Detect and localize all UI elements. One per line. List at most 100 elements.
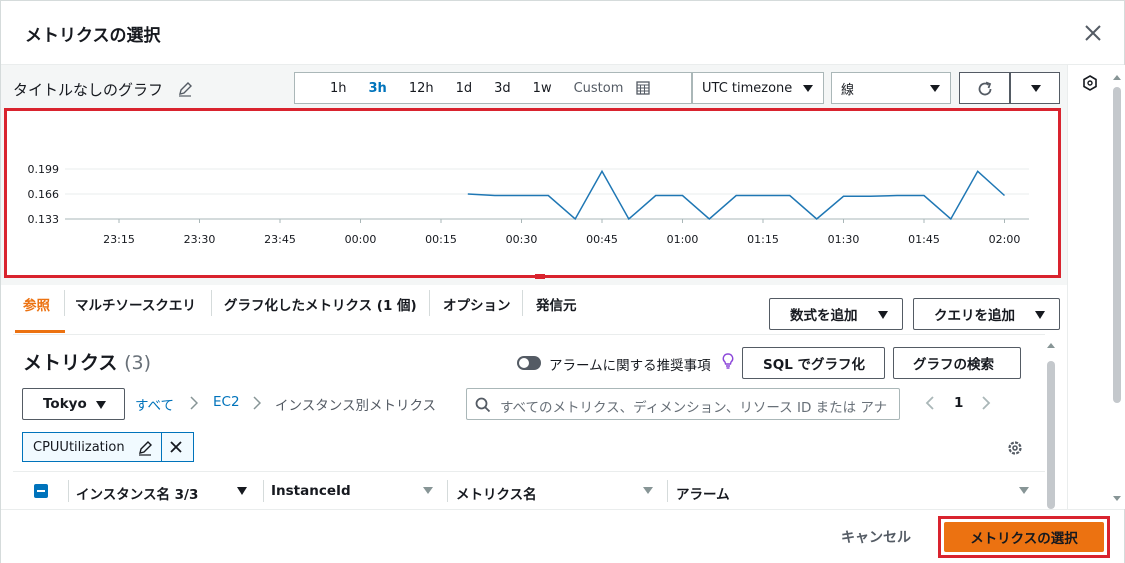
page-number[interactable]: 1	[954, 395, 963, 411]
range-3h[interactable]: 3h	[358, 81, 398, 96]
pencil-icon[interactable]	[137, 440, 153, 456]
column-instance-id[interactable]: InstanceId	[271, 483, 351, 499]
chevron-right-icon	[190, 396, 198, 410]
x-tick-label: 00:30	[506, 233, 538, 246]
range-1h[interactable]: 1h	[319, 81, 358, 96]
sort-icon[interactable]	[1019, 487, 1029, 494]
column-divider	[68, 480, 69, 502]
toggle-knob	[519, 358, 529, 368]
column-divider	[667, 480, 668, 502]
tab-source[interactable]: 発信元	[536, 294, 577, 314]
chart-type-value: 線	[841, 82, 855, 98]
range-1w[interactable]: 1w	[522, 81, 563, 96]
sort-desc-icon[interactable]	[237, 487, 247, 495]
graph-with-sql-button[interactable]: SQL でグラフ化	[742, 347, 885, 379]
add-query-label: クエリを追加	[934, 308, 1015, 324]
select-metrics-button[interactable]: メトリクスの選択	[944, 522, 1104, 552]
tab-divider	[429, 290, 430, 316]
metrics-search-input[interactable]: すべてのメトリクス、ディメンション、リソース ID または アナ	[466, 388, 900, 420]
right-rail	[1067, 65, 1125, 509]
add-query-button[interactable]: クエリを追加	[913, 298, 1060, 330]
scroll-up-icon[interactable]	[1112, 73, 1122, 81]
y-tick-label: 0.133	[28, 213, 60, 226]
x-tick-label: 23:30	[184, 233, 216, 246]
graph-title[interactable]: タイトルなしのグラフ	[13, 79, 163, 100]
metrics-count: (3)	[124, 352, 151, 374]
breadcrumb-ec2[interactable]: EC2	[213, 394, 240, 410]
x-tick-label: 00:45	[586, 233, 618, 246]
modal-header: メトリクスの選択	[1, 1, 1124, 65]
tab-divider	[64, 290, 65, 316]
metrics-line-chart: 0.199 0.166 0.133 23:15 23:30 23:45 00:00 00:15…	[28, 163, 1029, 246]
scroll-down-icon[interactable]	[1112, 495, 1122, 503]
tab-divider	[522, 290, 523, 316]
alarm-recommendation-toggle[interactable]	[517, 356, 541, 370]
graph-search-label: グラフの検索	[913, 357, 994, 373]
series-line[interactable]	[467, 169, 1006, 221]
scroll-up-icon[interactable]	[1046, 341, 1056, 349]
column-metric-name[interactable]: メトリクス名	[456, 483, 537, 503]
x-tick-label: 01:45	[908, 233, 940, 246]
refresh-button[interactable]	[959, 72, 1010, 104]
x-tick-label: 00:15	[425, 233, 457, 246]
sort-icon[interactable]	[423, 487, 433, 494]
graph-area: タイトルなしのグラフ 1h 3h 12h 1d 3d 1w Custom UTC…	[1, 65, 1067, 285]
range-1d[interactable]: 1d	[445, 81, 484, 96]
calendar-icon[interactable]	[636, 81, 651, 95]
chevron-right-icon[interactable]	[980, 395, 992, 411]
tab-graphed-metrics[interactable]: グラフ化したメトリクス (1 個)	[224, 294, 417, 314]
graph-search-button[interactable]: グラフの検索	[893, 347, 1021, 379]
x-tick-label: 23:15	[103, 233, 135, 246]
breadcrumb-all[interactable]: すべて	[135, 394, 174, 414]
region-select[interactable]: Tokyo	[22, 388, 125, 420]
column-alarm[interactable]: アラーム	[676, 483, 730, 503]
chart-type-select[interactable]: 線	[831, 72, 951, 104]
scroll-thumb[interactable]	[1113, 87, 1121, 403]
tab-divider	[211, 290, 212, 316]
alarm-recommendation-label: アラームに関する推奨事項	[549, 358, 711, 374]
metrics-heading: メトリクス (3)	[23, 348, 151, 375]
panel-scrollbar[interactable]	[1045, 341, 1057, 509]
rail-scrollbar[interactable]	[1110, 73, 1124, 509]
select-all-checkbox[interactable]	[34, 484, 48, 498]
token-divider	[161, 433, 162, 461]
gear-icon[interactable]	[1006, 439, 1024, 457]
scroll-thumb[interactable]	[1047, 361, 1055, 509]
chevron-down-icon	[1031, 85, 1041, 92]
tab-multi-source-query[interactable]: マルチソースクエリ	[75, 294, 196, 314]
modal-footer: キャンセル メトリクスの選択	[1, 509, 1124, 563]
refresh-options-button[interactable]	[1010, 72, 1060, 104]
sort-icon[interactable]	[643, 487, 653, 494]
column-instance-name[interactable]: インスタンス名 3/3	[76, 483, 198, 503]
pencil-icon[interactable]	[177, 81, 193, 97]
y-tick-label: 0.166	[28, 188, 60, 201]
close-icon[interactable]	[169, 440, 183, 454]
timezone-select[interactable]: UTC timezone	[692, 72, 824, 104]
select-metrics-modal: メトリクスの選択 タイトルなしのグラフ 1h 3h 12h 1d 3d 1w C…	[0, 0, 1125, 563]
resize-handle[interactable]	[535, 274, 545, 279]
range-12h[interactable]: 12h	[398, 81, 445, 96]
cancel-button[interactable]: キャンセル	[841, 527, 911, 547]
range-3d[interactable]: 3d	[483, 81, 522, 96]
x-tick-label: 01:30	[828, 233, 860, 246]
region-value: Tokyo	[43, 396, 87, 412]
x-tick-label: 01:15	[747, 233, 779, 246]
hexagon-icon[interactable]	[1082, 75, 1098, 91]
primary-highlight: メトリクスの選択	[938, 516, 1110, 558]
metrics-table-header: インスタンス名 3/3 InstanceId メトリクス名 アラーム	[13, 471, 1045, 510]
tab-browse[interactable]: 参照	[23, 294, 50, 314]
chevron-down-icon	[96, 401, 106, 409]
refresh-icon	[978, 81, 992, 96]
modal-title: メトリクスの選択	[25, 26, 161, 46]
search-placeholder: すべてのメトリクス、ディメンション、リソース ID または アナ	[500, 400, 888, 416]
timezone-value: UTC timezone	[702, 80, 793, 96]
chevron-right-icon	[253, 396, 261, 410]
chevron-left-icon[interactable]	[924, 395, 936, 411]
tab-options[interactable]: オプション	[443, 294, 511, 314]
range-custom[interactable]: Custom	[563, 81, 635, 96]
chevron-down-icon	[1035, 311, 1045, 319]
close-icon[interactable]	[1081, 21, 1105, 45]
chart-highlight: 0.199 0.166 0.133 23:15 23:30 23:45 00:00 00:15…	[4, 108, 1061, 278]
add-formula-button[interactable]: 数式を追加	[769, 298, 903, 330]
metric-filter-token: CPUUtilization	[22, 432, 194, 462]
